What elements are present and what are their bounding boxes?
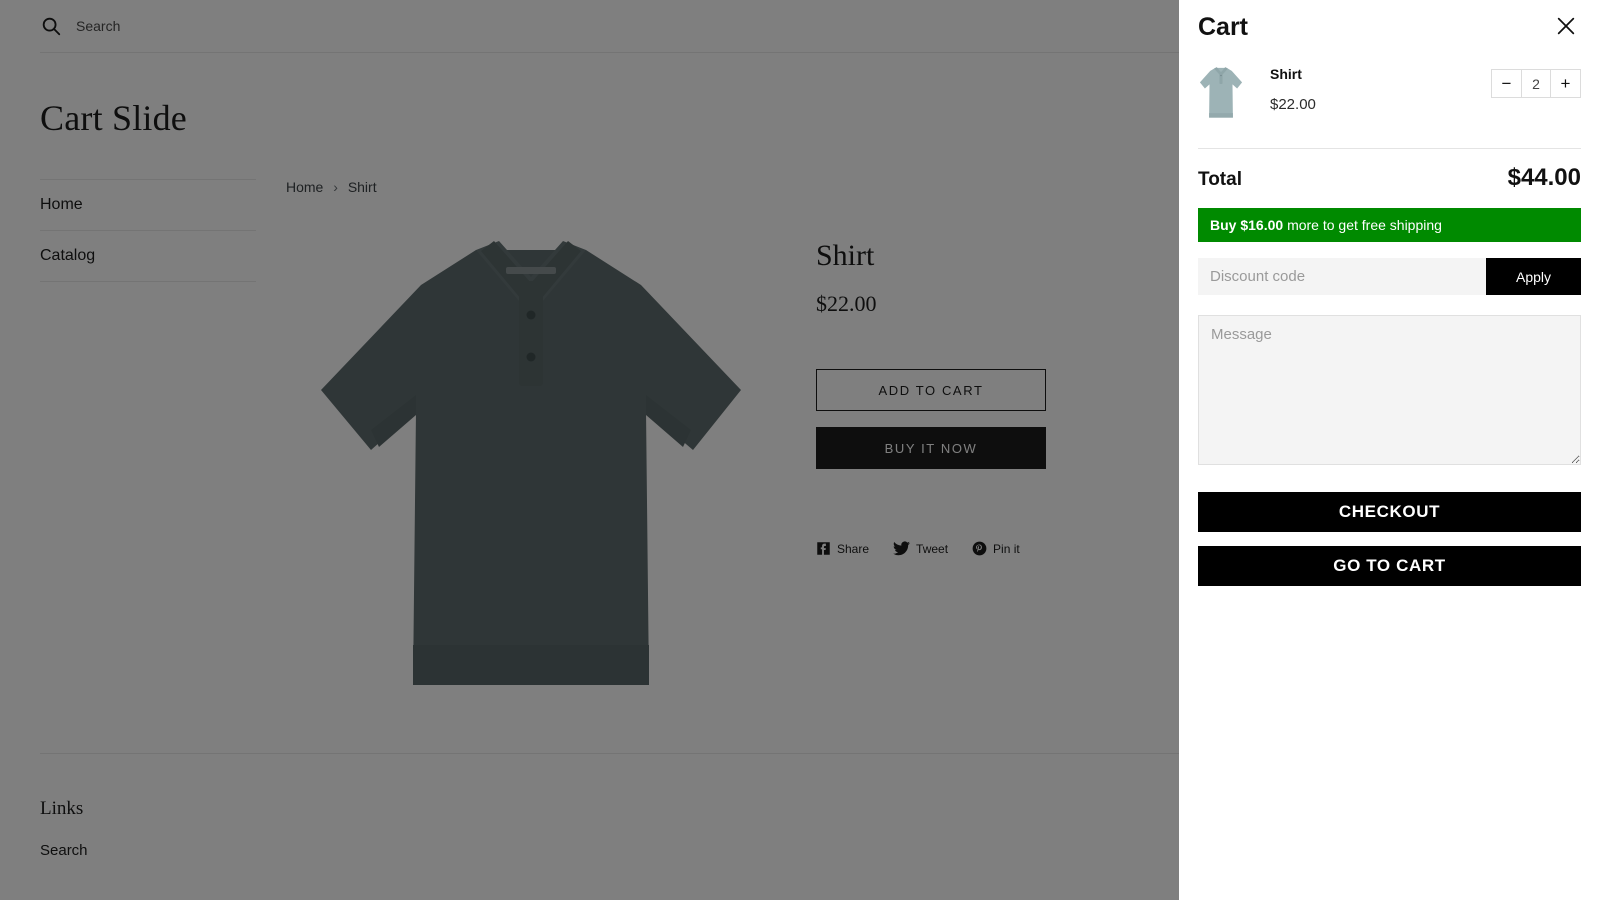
free-shipping-notice: Buy $16.00 more to get free shipping — [1198, 208, 1581, 242]
shipping-notice-amount: $16.00 — [1240, 217, 1284, 233]
checkout-button[interactable]: CHECKOUT — [1198, 492, 1581, 532]
cart-line-info: Shirt $22.00 — [1244, 62, 1491, 113]
quantity-decrease-button[interactable]: − — [1492, 70, 1521, 97]
close-button[interactable] — [1551, 12, 1581, 42]
go-to-cart-button[interactable]: GO TO CART — [1198, 546, 1581, 586]
cart-total-label: Total — [1198, 169, 1242, 190]
cart-line-item: Shirt $22.00 − + — [1198, 48, 1581, 149]
modal-overlay[interactable] — [0, 0, 1179, 900]
cart-drawer: Cart Shirt $22.00 − 2 + Total $44.00 Buy… — [1179, 0, 1600, 900]
cart-title: Cart — [1198, 12, 1249, 41]
quantity-stepper[interactable]: − + — [1491, 69, 1581, 98]
cart-header: Cart — [1198, 0, 1581, 48]
order-message-textarea[interactable] — [1198, 315, 1581, 465]
shipping-notice-prefix: Buy — [1210, 217, 1237, 233]
polo-shirt-thumbnail[interactable] — [1198, 62, 1244, 122]
cart-item-name: Shirt — [1270, 66, 1302, 82]
discount-code-input[interactable] — [1198, 258, 1486, 295]
quantity-input[interactable] — [1521, 70, 1551, 97]
cart-item-price: $22.00 — [1270, 96, 1316, 113]
apply-discount-button[interactable]: Apply — [1486, 258, 1581, 295]
cart-total-row: Total $44.00 — [1198, 149, 1581, 208]
discount-row: Apply — [1198, 258, 1581, 295]
quantity-increase-button[interactable]: + — [1551, 70, 1580, 97]
close-icon — [1555, 15, 1577, 40]
cart-total-value: $44.00 — [1507, 164, 1581, 191]
shipping-notice-suffix: more to get free shipping — [1287, 217, 1442, 233]
polo-shirt-thumb-image — [1198, 63, 1244, 121]
